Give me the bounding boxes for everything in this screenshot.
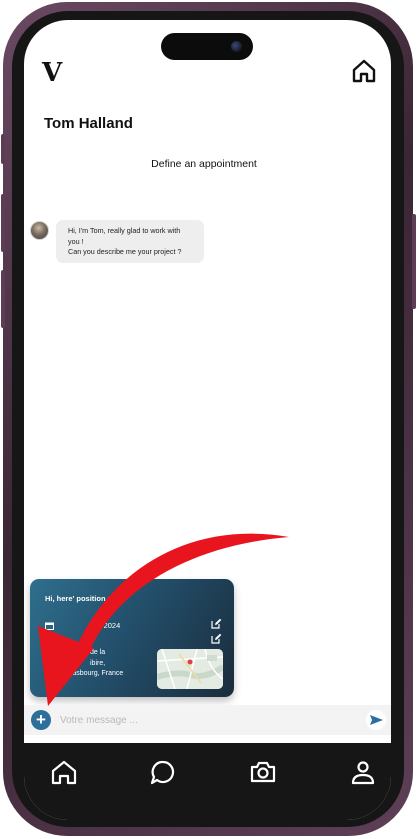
dynamic-island	[161, 33, 253, 60]
volume-down-button	[1, 270, 5, 328]
card-location: de la ibire, rasbourg, France	[70, 648, 123, 680]
location-line: ibire,	[90, 659, 106, 667]
contact-name: Tom Halland	[44, 115, 133, 132]
power-button	[412, 214, 416, 309]
profile-icon[interactable]	[348, 757, 378, 787]
volume-up-button	[1, 194, 5, 252]
map-thumbnail[interactable]	[157, 649, 223, 689]
home-icon[interactable]	[49, 757, 79, 787]
message-line: Hi, I'm Tom, really glad to work with	[68, 226, 181, 235]
camera-icon[interactable]	[248, 757, 278, 787]
edit-location-icon[interactable]	[211, 633, 222, 644]
calendar-icon	[45, 622, 54, 630]
avatar	[30, 221, 49, 240]
chat-icon[interactable]	[148, 757, 178, 787]
define-appointment-link[interactable]: Define an appointment	[24, 158, 384, 170]
action-button	[1, 134, 5, 164]
message-composer: +	[24, 705, 391, 735]
map-image	[157, 649, 223, 689]
message-line: Can you describe me your project ?	[68, 247, 182, 256]
card-title: Hi, here' position :	[45, 594, 111, 603]
send-icon[interactable]	[366, 710, 386, 730]
card-date: 02 / 2024	[89, 621, 121, 630]
message-input[interactable]	[58, 709, 358, 731]
app-logo: V	[42, 58, 62, 88]
app-screen: V Tom Halland Define an appointment Hi, …	[24, 20, 391, 820]
plus-icon[interactable]: +	[31, 710, 51, 730]
proposition-card[interactable]: Hi, here' position : 02 / 2024 de la ibi…	[30, 579, 234, 697]
message-bubble: Hi, I'm Tom, really glad to work with yo…	[56, 220, 204, 263]
message-line: you !	[68, 236, 84, 246]
location-line: de la	[90, 649, 106, 656]
bottom-tab-bar	[24, 743, 391, 820]
edit-date-icon[interactable]	[211, 618, 222, 629]
home-icon[interactable]	[350, 57, 378, 85]
location-line: rasbourg, France	[70, 670, 124, 677]
front-camera	[231, 41, 242, 52]
